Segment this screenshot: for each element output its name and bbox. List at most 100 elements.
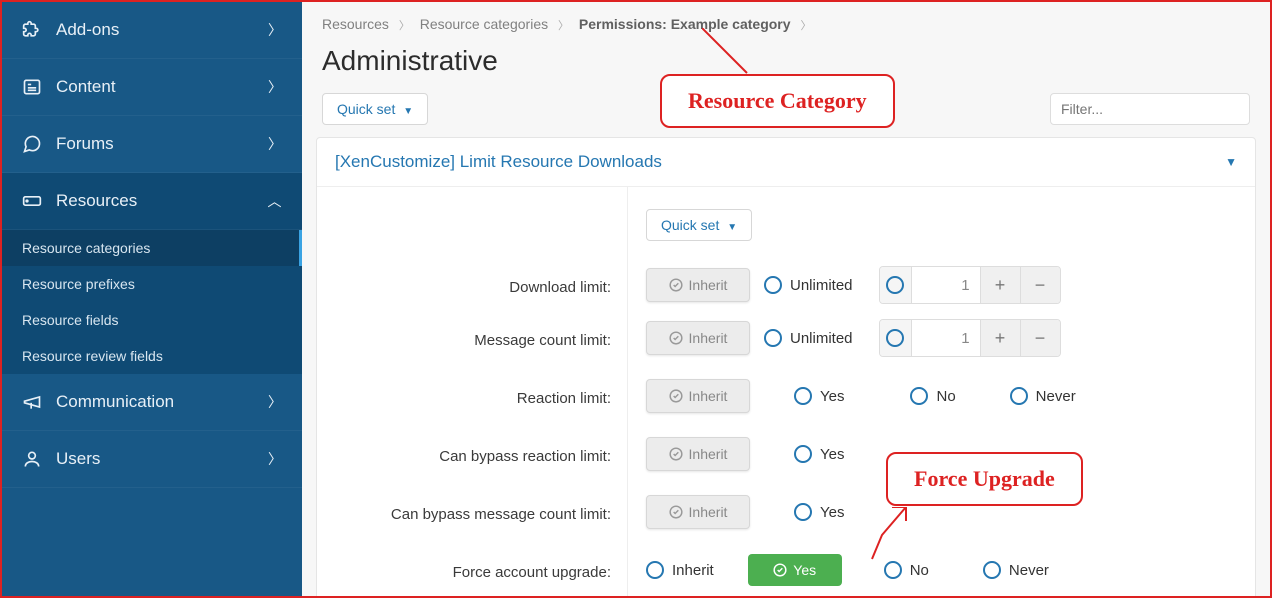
radio-inherit[interactable]: Inherit [646, 561, 714, 579]
caret-down-icon: ▼ [727, 222, 737, 233]
panel-title: [XenCustomize] Limit Resource Downloads [335, 152, 662, 172]
radio-icon [1010, 387, 1028, 405]
sidebar-item-label: Resources [56, 191, 137, 211]
radio-label: Never [1009, 562, 1049, 579]
filter-input[interactable] [1050, 93, 1250, 125]
radio-no[interactable]: No [910, 387, 955, 405]
inherit-button[interactable]: Inherit [646, 495, 750, 529]
radio-label: Inherit [672, 562, 714, 579]
check-circle-icon [669, 389, 683, 403]
radio-no[interactable]: No [884, 561, 929, 579]
chevron-right-icon: 〉 [399, 20, 410, 32]
number-input-group: + − [879, 266, 1061, 304]
sidebar-item-label: Users [56, 449, 100, 469]
sidebar: Add-ons 〉 Content 〉 Forums 〉 Resources 〉… [2, 2, 302, 596]
chevron-up-icon: 〉 [265, 194, 285, 208]
radio-icon [794, 387, 812, 405]
annotation-resource-category: Resource Category [660, 74, 895, 128]
speech-icon [22, 134, 48, 154]
inherit-label: Inherit [689, 330, 728, 346]
sub-item-resource-prefixes[interactable]: Resource prefixes [2, 266, 302, 302]
number-input[interactable] [912, 320, 980, 356]
radio-unlimited[interactable]: Unlimited [764, 329, 853, 347]
caret-down-icon: ▼ [403, 106, 413, 117]
sidebar-item-resources[interactable]: Resources 〉 [2, 173, 302, 230]
radio-never[interactable]: Never [983, 561, 1049, 579]
radio-yes[interactable]: Yes [794, 503, 844, 521]
number-input-group: + − [879, 319, 1061, 357]
chevron-right-icon: 〉 [558, 20, 569, 32]
check-circle-icon [773, 563, 787, 577]
sidebar-item-content[interactable]: Content 〉 [2, 59, 302, 116]
radio-label: Never [1036, 388, 1076, 405]
radio-label: No [936, 388, 955, 405]
chevron-down-icon: 〉 [268, 449, 282, 469]
radio-custom-number[interactable] [880, 320, 912, 356]
inherit-button[interactable]: Inherit [646, 268, 750, 302]
sub-item-resource-fields[interactable]: Resource fields [2, 302, 302, 338]
yes-selected-button[interactable]: Yes [748, 554, 842, 586]
yes-label: Yes [793, 562, 816, 578]
sidebar-item-label: Communication [56, 392, 174, 412]
caret-down-icon: ▼ [1225, 155, 1237, 169]
drive-icon [22, 191, 48, 211]
breadcrumb: Resources 〉 Resource categories 〉 Permis… [302, 2, 1270, 39]
radio-icon [886, 276, 904, 294]
sidebar-item-addons[interactable]: Add-ons 〉 [2, 2, 302, 59]
quick-set-button[interactable]: Quick set ▼ [322, 93, 428, 125]
check-circle-icon [669, 447, 683, 461]
radio-icon [794, 503, 812, 521]
quick-set-label: Quick set [337, 101, 395, 117]
radio-icon [764, 276, 782, 294]
newspaper-icon [22, 77, 48, 97]
chevron-down-icon: 〉 [268, 77, 282, 97]
radio-yes[interactable]: Yes [794, 445, 844, 463]
quick-set-inner-button[interactable]: Quick set ▼ [646, 209, 752, 241]
crumb-resources[interactable]: Resources [322, 16, 389, 32]
sidebar-item-users[interactable]: Users 〉 [2, 431, 302, 488]
sidebar-item-label: Forums [56, 134, 114, 154]
panel-header[interactable]: [XenCustomize] Limit Resource Downloads … [317, 138, 1255, 187]
radio-label: Yes [820, 504, 844, 521]
chevron-down-icon: 〉 [268, 134, 282, 154]
radio-unlimited[interactable]: Unlimited [764, 276, 853, 294]
check-circle-icon [669, 505, 683, 519]
radio-custom-number[interactable] [880, 267, 912, 303]
sidebar-sub-items: Resource categories Resource prefixes Re… [2, 230, 302, 374]
inherit-label: Inherit [689, 277, 728, 293]
crumb-resource-categories[interactable]: Resource categories [420, 16, 548, 32]
check-circle-icon [669, 331, 683, 345]
sidebar-item-forums[interactable]: Forums 〉 [2, 116, 302, 173]
label-force-upgrade: Force account upgrade: [337, 543, 611, 596]
chevron-right-icon: 〉 [800, 20, 811, 32]
number-input[interactable] [912, 267, 980, 303]
radio-icon [910, 387, 928, 405]
annotation-force-upgrade: Force Upgrade [886, 452, 1083, 506]
radio-never[interactable]: Never [1010, 387, 1076, 405]
sub-item-resource-categories[interactable]: Resource categories [2, 230, 302, 266]
inherit-label: Inherit [689, 504, 728, 520]
chevron-down-icon: 〉 [268, 392, 282, 412]
sub-item-resource-review-fields[interactable]: Resource review fields [2, 338, 302, 374]
increment-button[interactable]: + [980, 320, 1020, 356]
user-icon [22, 449, 48, 469]
sidebar-item-communication[interactable]: Communication 〉 [2, 374, 302, 431]
radio-icon [983, 561, 1001, 579]
inherit-button[interactable]: Inherit [646, 437, 750, 471]
radio-label: Unlimited [790, 330, 853, 347]
decrement-button[interactable]: − [1020, 267, 1060, 303]
radio-label: Unlimited [790, 277, 853, 294]
inherit-label: Inherit [689, 388, 728, 404]
chevron-down-icon: 〉 [268, 20, 282, 40]
radio-yes[interactable]: Yes [794, 387, 844, 405]
inherit-label: Inherit [689, 446, 728, 462]
megaphone-icon [22, 392, 48, 412]
radio-label: Yes [820, 446, 844, 463]
crumb-permissions[interactable]: Permissions: Example category [579, 16, 791, 32]
radio-icon [886, 329, 904, 347]
inherit-button[interactable]: Inherit [646, 379, 750, 413]
decrement-button[interactable]: − [1020, 320, 1060, 356]
radio-label: No [910, 562, 929, 579]
inherit-button[interactable]: Inherit [646, 321, 750, 355]
increment-button[interactable]: + [980, 267, 1020, 303]
